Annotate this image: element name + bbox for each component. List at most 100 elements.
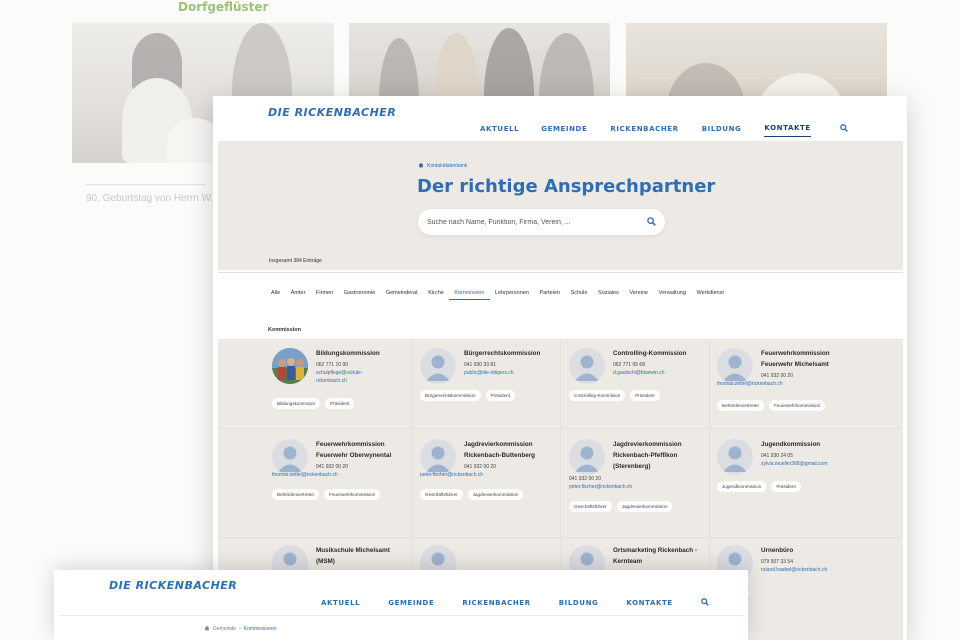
tag[interactable]: Bildungskomission [272,398,321,409]
contact-phone[interactable]: 041 932 00 20 [316,464,424,471]
hero-section: Kontaktdatenbank Der richtige Ansprechpa… [218,141,903,270]
filter-divider [218,272,903,273]
contact-subtitle: Rickenbach-Pfeffikon [613,452,678,459]
contact-phone[interactable]: 041 932 00 20 [464,464,572,471]
tag[interactable]: Bürgerrechtskommission [420,390,481,401]
contact-subtitle: Feuerwehr Michelsamt [761,361,829,368]
filter-schule[interactable]: Schule [565,290,592,300]
contact-search-input[interactable] [427,209,632,235]
filter-kirche[interactable]: Kirche [423,290,449,300]
user-placeholder-icon [420,439,456,475]
filter-vereine[interactable]: Vereine [624,290,653,300]
filter-parteien[interactable]: Parteien [534,290,565,300]
contact-tags: Behördenvertreter Feuerwehrkommission [717,400,826,411]
filter-werkdienst[interactable]: Werkdienst [691,290,729,300]
contact-email[interactable]: peter.fischer@rickenbach.ch [569,484,677,491]
tag[interactable]: Präsident [485,390,515,401]
nav-item-kontakte[interactable]: KONTAKTE [626,599,672,611]
nav-item-bildung[interactable]: BILDUNG [702,125,742,137]
tag[interactable]: Jugendkommission [717,481,767,492]
commissions-page-window: DIE RICKENBACHER AKTUELL GEMEINDE RICKEN… [54,570,748,640]
contact-title: Feuerwehrkommission [316,441,385,448]
contact-email[interactable]: schulpflege@schule- [316,370,424,377]
filter-lehrpersonen[interactable]: Lehrpersonen [490,290,535,300]
tag[interactable]: Jagdrevierkommission [467,489,524,500]
contact-email[interactable]: sylvia.mueller368@gmail.com [761,461,869,468]
contact-email[interactable]: public@die-ottigers.ch [464,370,572,377]
nav-item-rickenbacher[interactable]: RICKENBACHER [610,125,678,137]
filter-verwaltung[interactable]: Verwaltung [653,290,691,300]
main-nav: AKTUELL GEMEINDE RICKENBACHER BILDUNG KO… [480,123,850,137]
tag[interactable]: Feuerwehrkommission [769,400,826,411]
search-icon[interactable] [700,598,711,608]
grid-separator [218,428,903,429]
user-placeholder-icon [420,348,456,384]
filter-soziales[interactable]: Soziales [593,290,624,300]
contact-subtitle: (MSM) [316,558,335,565]
contact-email[interactable]: d.gautschi@bluewin.ch [613,370,721,377]
tag[interactable]: Geschäftsführer [420,489,463,500]
filter-alle[interactable]: Alle [268,290,285,300]
contact-email[interactable]: thomas.zettel@rickenbach.ch [272,472,380,479]
contact-tags: Geschäftsführer Jagdrevierkommission [569,501,673,512]
contact-phone[interactable]: 041 932 00 20 [569,476,677,483]
breadcrumb: Gemeinde › Kommissionen [204,625,277,633]
contact-tags: Controlling-Kommision Präsident [569,390,660,401]
background-section-title: Dorfgeflüster [178,0,269,14]
header-divider [59,615,744,616]
tag[interactable]: Controlling-Kommision [569,390,626,401]
contact-phone[interactable]: 062 771 10 90 [316,362,424,369]
filter-aemter[interactable]: Ämter [285,290,310,300]
nav-item-bildung[interactable]: BILDUNG [559,599,599,611]
section-label: Kommission [268,327,302,333]
tag[interactable]: Behördenvertreter [272,489,320,500]
grid-separator [218,537,903,538]
contact-phone[interactable]: 062 771 05 68 [613,362,721,369]
user-placeholder-icon [569,439,605,475]
user-placeholder-icon [569,348,605,384]
site-logo[interactable]: DIE RICKENBACHER [109,579,237,592]
nav-item-rickenbacher[interactable]: RICKENBACHER [462,599,530,611]
contact-phone[interactable]: 041 930 24 05 [761,453,869,460]
home-icon[interactable] [204,625,210,633]
background-caption: 90. Geburtstag von Herrn W. [86,193,214,204]
contact-tags: Geschäftsführer Jagdrevierkommission [420,489,524,500]
filter-firmen[interactable]: Firmen [311,290,339,300]
nav-item-aktuell[interactable]: AKTUELL [321,599,360,611]
tag[interactable]: Präsident [630,390,660,401]
contact-email[interactable]: thomas.zettel@rickenbach.ch [717,381,825,388]
tag[interactable]: Präsident [325,398,355,409]
breadcrumb-root[interactable]: Gemeinde [213,626,236,632]
contact-title: Musikschule Michelsamt [316,547,390,554]
user-placeholder-icon [272,439,308,475]
tag[interactable]: Behördenvertreter [717,400,765,411]
filter-gastronomie[interactable]: Gastronomie [338,290,380,300]
contact-subtitle: Kernteam [613,558,643,565]
tag[interactable]: Feuerwehrkommission [324,489,381,500]
main-nav: AKTUELL GEMEINDE RICKENBACHER BILDUNG KO… [321,598,711,611]
nav-item-kontakte[interactable]: KONTAKTE [764,124,811,137]
search-icon[interactable] [839,123,850,134]
home-icon[interactable] [418,162,424,170]
nav-item-gemeinde[interactable]: GEMEINDE [541,125,587,137]
background-caption-rule [86,184,206,185]
search-submit-icon[interactable] [645,215,659,229]
contact-email[interactable]: peter.fischer@rickenbach.ch [420,472,528,479]
breadcrumb-current[interactable]: Kommissionen [244,626,277,632]
filter-kommission[interactable]: Kommission [449,290,490,300]
contact-phone[interactable]: 079 507 33 54 [761,559,869,566]
tag[interactable]: Präsident [771,481,801,492]
nav-item-aktuell[interactable]: AKTUELL [480,125,519,137]
contact-email-cont[interactable]: rickenbach.ch [316,378,424,385]
nav-item-gemeinde[interactable]: GEMEINDE [388,599,434,611]
breadcrumb: Kontaktdatenbank [418,162,467,170]
contact-email[interactable]: roland.haebel@rickenbach.ch [761,567,869,574]
contact-phone[interactable]: 041 932 00 20 [761,373,869,380]
tag[interactable]: Geschäftsführer [569,501,612,512]
site-logo[interactable]: DIE RICKENBACHER [268,106,396,119]
contact-phone[interactable]: 041 930 33 81 [464,362,572,369]
filter-gemeinderat[interactable]: Gemeinderat [381,290,423,300]
breadcrumb-current[interactable]: Kontaktdatenbank [427,163,467,169]
contact-subtitle: Rickenbach-Buttenberg [464,452,536,459]
tag[interactable]: Jagdrevierkommission [616,501,673,512]
